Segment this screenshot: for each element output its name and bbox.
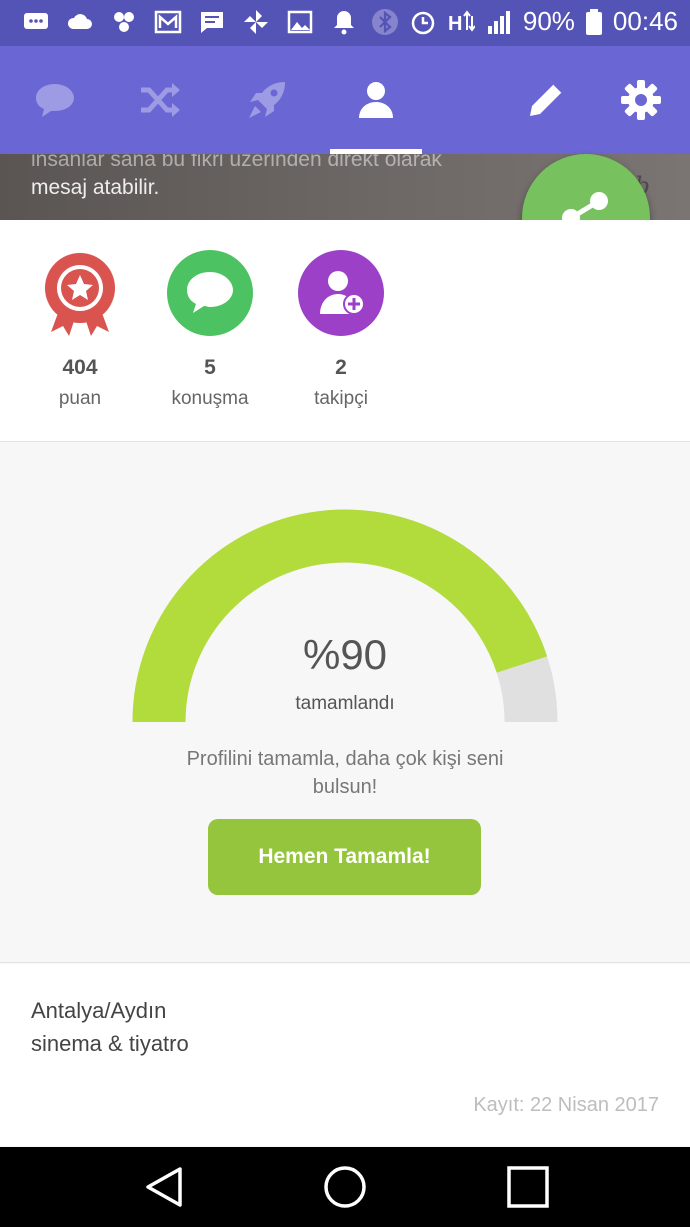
status-bar: H 90% 00:46 xyxy=(0,0,690,46)
gmail-icon xyxy=(154,10,182,34)
settings-button[interactable] xyxy=(601,46,681,154)
clock: 00:46 xyxy=(612,6,678,36)
points-badge xyxy=(37,250,123,336)
add-user-icon xyxy=(320,271,365,315)
back-button[interactable] xyxy=(140,1163,188,1211)
bell-icon xyxy=(334,11,354,35)
points-label: puan xyxy=(58,388,102,409)
back-icon xyxy=(146,1167,182,1207)
speech-bubble-icon xyxy=(187,272,233,313)
rocket-icon xyxy=(249,82,285,118)
stat-conversations[interactable]: 5 konuşma xyxy=(145,250,275,410)
svg-text:H: H xyxy=(448,13,462,35)
system-status: H 90% 00:46 xyxy=(371,6,678,37)
home-button[interactable] xyxy=(321,1163,369,1211)
stat-followers[interactable]: 2 takipçi xyxy=(276,250,406,410)
conversations-badge xyxy=(167,250,253,336)
windmill-icon xyxy=(244,10,268,34)
message-icon xyxy=(201,12,223,33)
profile-stats: 404 puan 5 konuşma 2 takipçi xyxy=(0,220,690,442)
cloud-icon xyxy=(67,14,92,29)
settings-icon xyxy=(621,80,661,120)
cover-text: insanlar sana bu fikri üzerinden direkt … xyxy=(31,154,442,202)
cover-text-line2: mesaj atabilir. xyxy=(31,176,160,199)
profile-completion-section: %90 tamamlandı Profilini tamamla, daha ç… xyxy=(0,443,690,963)
completion-hint: Profilini tamamla, daha çok kişi seni bu… xyxy=(186,748,504,798)
cover-text-line1: insanlar sana bu fikri üzerinden direkt … xyxy=(31,154,442,171)
registration-date: Kayıt: 22 Nisan 2017 xyxy=(473,1094,659,1116)
conversations-value: 5 xyxy=(204,356,216,379)
chat-icon xyxy=(36,84,74,117)
bluetooth-icon xyxy=(371,8,398,35)
stat-points[interactable]: 404 puan xyxy=(15,250,145,410)
edit-icon xyxy=(530,83,563,116)
tab-rocket[interactable] xyxy=(227,46,307,154)
conversations-label: konuşma xyxy=(171,388,249,409)
completion-percent: %90 xyxy=(302,631,388,678)
notification-icons xyxy=(22,8,358,36)
edit-button[interactable] xyxy=(506,46,586,154)
profile-info: Antalya/Aydın sinema & tiyatro Kayıt: 22… xyxy=(0,964,690,1146)
shuffle-icon xyxy=(141,83,180,117)
recents-icon xyxy=(507,1166,549,1208)
battery-icon xyxy=(585,8,602,35)
tab-chat[interactable] xyxy=(15,46,95,154)
tab-profile[interactable] xyxy=(324,46,428,154)
system-nav-bar xyxy=(0,1147,690,1227)
chat-bubble-icon xyxy=(24,13,48,29)
image-icon xyxy=(287,10,313,34)
followers-value: 2 xyxy=(335,356,347,379)
top-toolbar xyxy=(0,46,690,154)
interest-text: sinema & tiyatro xyxy=(31,1031,189,1056)
recents-button[interactable] xyxy=(504,1163,552,1211)
home-icon xyxy=(324,1166,366,1208)
award-icon xyxy=(45,253,115,336)
alarm-icon xyxy=(411,11,435,34)
tab-shuffle[interactable] xyxy=(120,46,200,154)
profile-icon xyxy=(359,82,393,118)
battery-percent: 90% xyxy=(522,6,575,36)
pinwheel-icon xyxy=(114,12,134,32)
signal-icon xyxy=(487,10,510,34)
location-text: Antalya/Aydın xyxy=(31,998,167,1023)
followers-label: takipçi xyxy=(314,388,368,409)
followers-badge xyxy=(298,250,384,336)
data-icon: H xyxy=(448,9,475,35)
points-value: 404 xyxy=(62,356,98,379)
complete-profile-button[interactable]: Hemen Tamamla! xyxy=(208,819,481,895)
completion-label: tamamlandı xyxy=(295,693,395,714)
